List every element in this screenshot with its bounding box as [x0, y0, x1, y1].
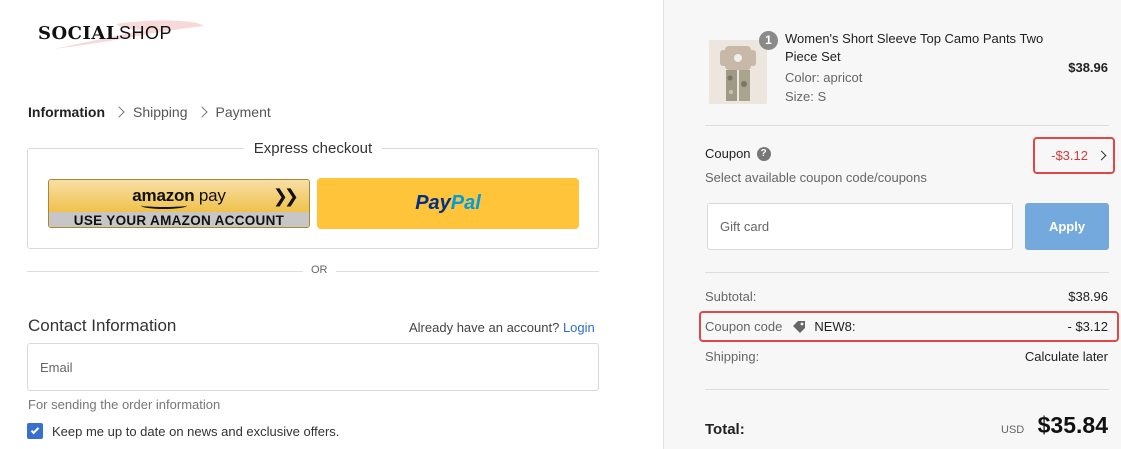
apply-button[interactable]: Apply — [1025, 203, 1109, 250]
subtotal-label: Subtotal: — [705, 289, 757, 304]
product-image — [720, 46, 756, 101]
coupon-code-row: Coupon code NEW8: — [705, 319, 856, 334]
coupon-value: -$3.12 — [1051, 148, 1088, 163]
coupon-selector[interactable]: -$3.12 — [1033, 137, 1115, 174]
total-currency: USD — [1001, 424, 1025, 436]
coupon-code: NEW8: — [814, 319, 856, 334]
amazon-smile-icon — [141, 202, 187, 209]
divider — [705, 125, 1109, 126]
total-value: $35.84 — [1037, 412, 1108, 438]
breadcrumb-payment[interactable]: Payment — [216, 104, 271, 120]
logo-text: SOCIALSHOP — [38, 23, 173, 44]
socialshop-logo[interactable]: SOCIALSHOP — [38, 14, 208, 54]
email-hint: For sending the order information — [28, 397, 221, 412]
newsletter-option[interactable]: Keep me up to date on news and exclusive… — [27, 423, 339, 439]
email-field[interactable] — [27, 343, 599, 391]
paypal-button[interactable]: Pay Pal — [317, 178, 579, 229]
newsletter-checkbox[interactable] — [27, 423, 43, 439]
shipping-value: Calculate later — [1024, 349, 1108, 364]
product-color: Color: apricot — [785, 70, 863, 85]
subtotal-value: $38.96 — [1068, 289, 1108, 304]
product-thumbnail — [709, 40, 767, 104]
breadcrumb-information: Information — [28, 104, 105, 120]
amazon-pay-subtitle: USE YOUR AMAZON ACCOUNT — [49, 212, 309, 227]
or-divider-label: OR — [303, 264, 336, 276]
product-name: Women's Short Sleeve Top Camo Pants Two … — [785, 31, 1044, 64]
checkmark-icon — [30, 425, 40, 435]
coupon-discount: - $3.12 — [1067, 319, 1108, 334]
tag-icon — [793, 320, 806, 333]
contact-information-heading: Contact Information — [28, 316, 177, 335]
checkout-form-panel: SOCIALSHOP Information Shipping Payment … — [0, 0, 663, 449]
order-summary-panel: 1 Women's Short Sleeve Top Camo Pants Tw… — [663, 0, 1121, 449]
coupon-heading: Coupon ? — [705, 146, 771, 161]
amazon-pay-button[interactable]: amazon pay ❯❯ USE YOUR AMAZON ACCOUNT — [48, 179, 310, 228]
express-checkout-box: Express checkout amazon pay ❯❯ USE YOUR … — [27, 140, 599, 249]
question-icon[interactable]: ? — [756, 146, 771, 161]
newsletter-label: Keep me up to date on news and exclusive… — [52, 423, 340, 439]
breadcrumb-shipping[interactable]: Shipping — [133, 104, 188, 120]
chevron-right-icon — [1096, 150, 1107, 161]
login-prompt: Already have an account? Login — [409, 320, 595, 335]
divider — [705, 272, 1109, 273]
coupon-subtext: Select available coupon code/coupons — [705, 170, 927, 185]
express-checkout-title: Express checkout — [243, 140, 383, 157]
product-size: Size: S — [785, 89, 827, 104]
chevron-right-icon — [195, 106, 208, 118]
gift-card-input[interactable] — [707, 203, 1013, 250]
chevron-right-icon — [113, 106, 125, 118]
total-label: Total: — [705, 421, 745, 438]
login-link[interactable]: Login — [563, 320, 595, 335]
breadcrumb: Information Shipping Payment — [28, 104, 271, 120]
double-chevron-right-icon: ❯❯ — [272, 186, 299, 206]
quantity-badge: 1 — [759, 31, 778, 50]
divider — [705, 389, 1109, 390]
product-price: $38.96 — [1068, 60, 1108, 75]
shipping-label: Shipping: — [705, 349, 760, 364]
